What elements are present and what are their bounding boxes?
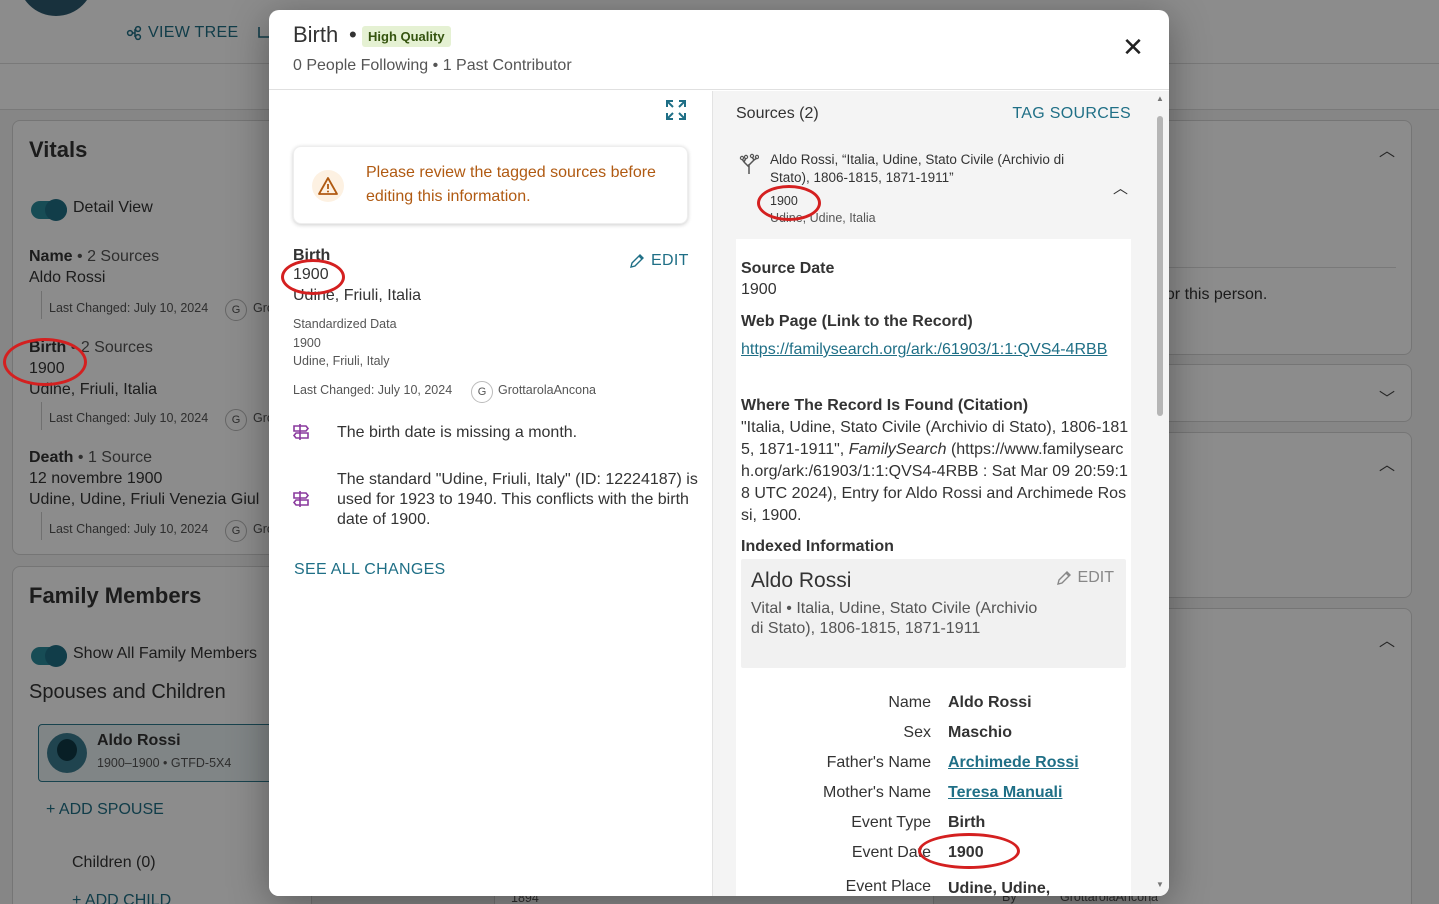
issue-missing-month: The birth date is missing a month. (337, 424, 578, 441)
indexed-person-card: Aldo Rossi EDIT Vital • Italia, Udine, S… (741, 559, 1126, 668)
field-label: Event Type (851, 814, 931, 831)
source-header-date: 1900 (770, 194, 798, 208)
source-date-value: 1900 (741, 281, 777, 298)
father-name-link[interactable]: Archimede Rossi (948, 754, 1079, 772)
expand-icon[interactable] (665, 99, 687, 121)
field-value: Aldo Rossi (948, 694, 1032, 711)
birth-detail-modal: Birth • High Quality 0 People Following … (269, 10, 1169, 896)
field-label: Event Place (845, 878, 931, 895)
see-all-changes-link[interactable]: SEE ALL CHANGES (294, 561, 446, 579)
event-date: 1900 (293, 266, 329, 283)
pencil-icon (630, 254, 644, 268)
modal-header: Birth • High Quality 0 People Following … (269, 10, 1169, 90)
signpost-icon (292, 491, 310, 507)
modal-left-panel: Please review the tagged sources before … (269, 91, 711, 896)
std-date: 1900 (293, 336, 321, 350)
indexed-name: Aldo Rossi (751, 569, 852, 592)
edit-button[interactable]: EDIT (629, 252, 689, 270)
standardized-label: Standardized Data (293, 317, 397, 331)
tree-icon (739, 153, 759, 174)
warning-text: Please review the tagged sources before … (366, 164, 656, 205)
warning-banner: Please review the tagged sources before … (293, 146, 688, 224)
citation-label: Where The Record Is Found (Citation) (741, 397, 1029, 414)
issue-standard-conflict: The standard "Udine, Friuli, Italy" (ID:… (337, 471, 698, 528)
sources-panel: Sources (2) TAG SOURCES Aldo Rossi, “Ita… (712, 91, 1169, 896)
record-link[interactable]: https://familysearch.org/ark:/61903/1:1:… (741, 339, 1121, 360)
warning-icon (312, 170, 344, 202)
indexed-info-label: Indexed Information (741, 538, 894, 555)
signpost-icon (292, 424, 310, 440)
pencil-icon (1056, 571, 1071, 585)
citation-text: "Italia, Udine, Stato Civile (Archivio d… (741, 419, 1129, 524)
last-changed: Last Changed: July 10, 2024 (293, 383, 453, 397)
indexed-edit-button[interactable]: EDIT (1056, 569, 1114, 587)
field-label: Father's Name (826, 754, 931, 771)
scroll-down-icon[interactable]: ▼ (1155, 880, 1165, 889)
scroll-up-icon[interactable]: ▲ (1155, 94, 1165, 103)
indexed-collection: Vital • Italia, Udine, Stato Civile (Arc… (751, 600, 1038, 637)
contributor-name[interactable]: GrottarolaAncona (498, 383, 596, 397)
field-value: Birth (948, 814, 986, 831)
field-label: Name (888, 694, 931, 711)
event-place: Udine, Friuli, Italia (293, 287, 422, 304)
high-quality-badge: High Quality (362, 26, 451, 47)
field-label: Sex (903, 724, 931, 741)
field-value: Maschio (948, 724, 1013, 741)
std-place: Udine, Friuli, Italy (293, 354, 390, 368)
field-label: Mother's Name (823, 784, 931, 801)
tag-sources-button[interactable]: TAG SOURCES (1012, 105, 1131, 123)
scrollbar[interactable]: ▲ ▼ (1155, 94, 1165, 896)
mother-name-link[interactable]: Teresa Manuali (948, 784, 1062, 802)
source-date-label: Source Date (741, 260, 835, 277)
modal-title: Birth (293, 22, 339, 47)
web-page-label: Web Page (Link to the Record) (741, 313, 973, 330)
source-title[interactable]: Aldo Rossi, “Italia, Udine, Stato Civile… (770, 151, 1090, 187)
contributor-avatar[interactable]: G (471, 381, 493, 403)
close-icon[interactable]: ✕ (1121, 34, 1145, 60)
chevron-up-icon[interactable]: ︿ (1113, 177, 1128, 198)
scroll-thumb[interactable] (1157, 116, 1163, 416)
field-value: Udine, Udine, (948, 880, 1051, 896)
modal-subtitle: 0 People Following • 1 Past Contributor (293, 57, 572, 74)
sources-title: Sources (2) (736, 105, 819, 122)
field-value: 1900 (948, 844, 984, 861)
source-header-place: Udine, Udine, Italia (770, 211, 876, 225)
source-detail: Source Date 1900 Web Page (Link to the R… (736, 239, 1131, 896)
event-label: Birth (293, 247, 331, 264)
field-label: Event Date (851, 844, 931, 861)
